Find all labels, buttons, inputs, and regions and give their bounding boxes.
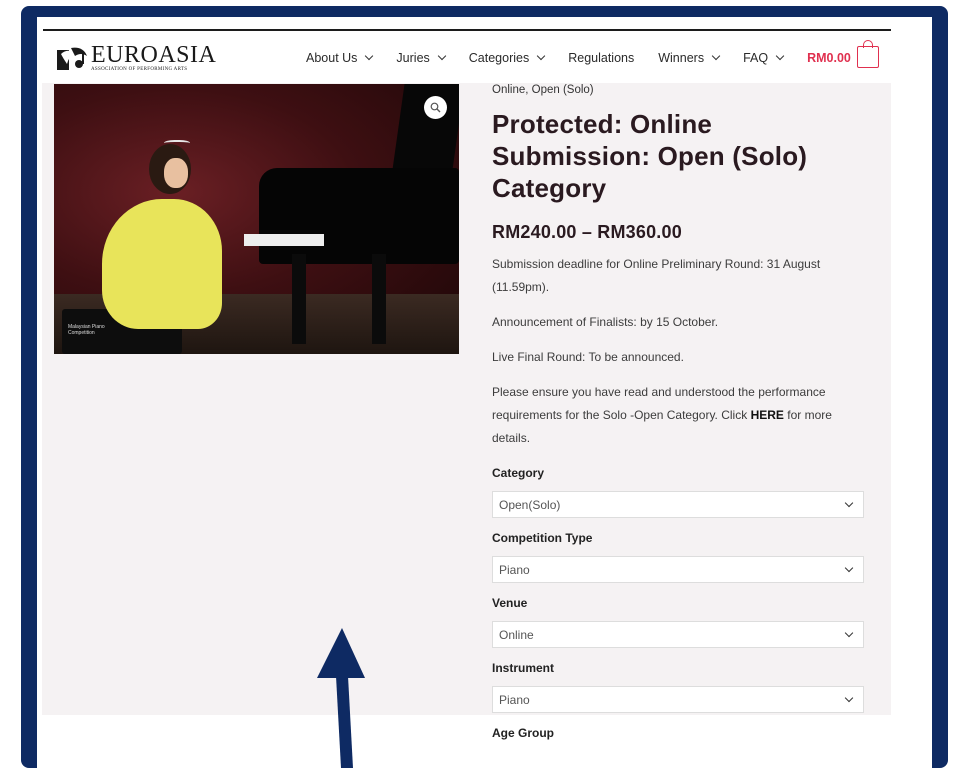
annotation-up-arrow-icon [317,628,365,768]
nav-label: Categories [468,51,530,65]
select-value: Piano [499,562,530,577]
magnifier-icon[interactable] [424,96,447,119]
tiara [164,140,190,148]
chevron-down-icon [844,498,854,507]
deadline-text: Submission deadline for Online Prelimina… [492,257,821,294]
variation-label-venue: Venue [492,596,528,610]
product-description: Submission deadline for Online Prelimina… [492,253,872,450]
chevron-down-icon [775,51,785,61]
product-categories[interactable]: Online, Open (Solo) [492,84,872,96]
logo-mark-icon [55,44,89,72]
main-nav: About Us Juries Categories Regulations W… [306,40,879,68]
nav-item-faq[interactable]: FAQ [743,51,785,65]
requirements-note: Please ensure you have read and understo… [492,381,872,450]
piano-keys [244,234,324,246]
variation-label-instrument: Instrument [492,661,555,675]
select-value: Online [499,627,534,642]
piano-leg [292,254,306,344]
finalists-text: Announcement of Finalists: by 15 October… [492,315,719,329]
chevron-down-icon [437,51,447,61]
logo-name: EUROASIA [91,42,217,68]
chevron-down-icon [844,563,854,572]
category-select[interactable]: Open(Solo) [492,491,864,518]
variation-label-age-group: Age Group [492,726,554,740]
select-value: Piano [499,692,530,707]
performer-face [164,158,188,188]
site-header: EUROASIA ASSOCIATION OF PERFORMING ARTS … [37,31,932,83]
nav-label: Regulations [568,51,635,65]
shopping-bag-icon[interactable] [856,40,879,68]
product-summary: Online, Open (Solo) Protected: Online Su… [492,83,872,740]
image-watermark: Malaysian Piano Competition [68,324,105,336]
chevron-down-icon [844,628,854,637]
nav-label: Juries [396,51,430,65]
nav-item-regulations[interactable]: Regulations [568,51,634,65]
nav-label: FAQ [743,51,769,65]
chevron-down-icon [365,51,374,61]
here-link[interactable]: HERE [751,408,784,422]
venue-select[interactable]: Online [492,621,864,648]
final-round-text: Live Final Round: To be announced. [492,350,684,364]
select-value: Open(Solo) [499,497,561,512]
piano-body [259,168,459,264]
nav-item-winners[interactable]: Winners [658,51,721,65]
variation-label-competition-type: Competition Type [492,531,593,545]
product-price: RM240.00 – RM360.00 [492,222,682,242]
product-page: Malaysian Piano Competition Online, Open… [42,83,891,740]
chevron-down-icon [536,51,546,61]
nav-item-categories[interactable]: Categories [468,51,546,65]
nav-item-juries[interactable]: Juries [396,51,447,65]
product-image[interactable]: Malaysian Piano Competition [54,84,459,354]
product-title: Protected: Online Submission: Open (Solo… [492,109,808,203]
nav-item-about-us[interactable]: About Us [306,51,374,65]
nav-label: Winners [658,51,705,65]
piano-leg [372,254,386,344]
chevron-down-icon [844,693,854,702]
nav-label: About Us [306,51,358,65]
browser-viewport: EUROASIA ASSOCIATION OF PERFORMING ARTS … [37,17,932,768]
competition-type-select[interactable]: Piano [492,556,864,583]
instrument-select[interactable]: Piano [492,686,864,713]
cart-total[interactable]: RM0.00 [807,51,851,65]
performer-dress [102,199,222,329]
site-logo[interactable]: EUROASIA ASSOCIATION OF PERFORMING ARTS [55,42,217,74]
chevron-down-icon [711,51,721,61]
logo-tagline: ASSOCIATION OF PERFORMING ARTS [91,67,188,72]
variation-label-category: Category [492,466,545,480]
